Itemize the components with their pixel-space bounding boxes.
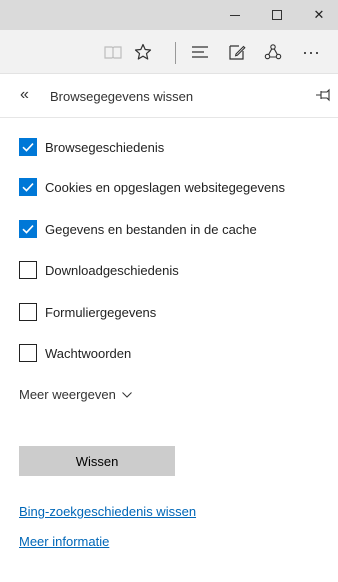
share-button[interactable]	[258, 38, 288, 66]
checkbox-download-history[interactable]	[19, 261, 37, 279]
close-icon: ✕	[313, 7, 325, 22]
checkbox-cookies[interactable]	[19, 178, 37, 196]
option-label: Gegevens en bestanden in de cache	[45, 221, 257, 237]
option-form-data[interactable]: Formuliergegevens	[19, 302, 329, 322]
title-bar: ✕	[0, 0, 338, 30]
checkmark-icon	[22, 225, 34, 234]
option-label: Cookies en opgeslagen websitegegevens	[45, 179, 285, 195]
option-browsing-history[interactable]: Browsegeschiedenis	[19, 137, 329, 157]
more-button[interactable]: ···	[296, 38, 326, 66]
reading-view-icon	[104, 46, 122, 59]
chevron-down-icon	[121, 391, 132, 398]
web-note-icon	[229, 45, 246, 60]
back-chevron-icon[interactable]: «	[20, 87, 29, 103]
option-cache[interactable]: Gegevens en bestanden in de cache	[19, 219, 329, 239]
checkbox-form-data[interactable]	[19, 303, 37, 321]
option-passwords[interactable]: Wachtwoorden	[19, 343, 329, 363]
checkmark-icon	[22, 183, 34, 192]
option-label: Downloadgeschiedenis	[45, 262, 179, 278]
checkbox-browsing-history[interactable]	[19, 138, 37, 156]
favorite-button[interactable]	[128, 38, 158, 66]
star-icon	[134, 43, 152, 60]
close-button[interactable]: ✕	[300, 0, 338, 30]
more-info-link[interactable]: Meer informatie	[19, 534, 109, 549]
toolbar-divider	[175, 42, 176, 64]
option-label: Browsegeschiedenis	[45, 139, 165, 155]
show-more-label: Meer weergeven	[19, 387, 116, 402]
browser-toolbar: ···	[0, 30, 338, 74]
checkbox-cache[interactable]	[19, 220, 37, 238]
option-cookies[interactable]: Cookies en opgeslagen websitegegevens	[19, 177, 329, 197]
option-label: Formuliergegevens	[45, 304, 157, 320]
hub-button[interactable]	[185, 38, 215, 66]
hub-icon	[192, 46, 208, 58]
minimize-button[interactable]	[216, 0, 254, 30]
clear-button[interactable]: Wissen	[19, 446, 175, 476]
checkbox-passwords[interactable]	[19, 344, 37, 362]
pane-title: Browsegegevens wissen	[50, 89, 194, 104]
option-label: Wachtwoorden	[45, 345, 132, 361]
reading-view-button[interactable]	[98, 38, 128, 66]
option-download-history[interactable]: Downloadgeschiedenis	[19, 260, 329, 280]
share-icon	[264, 44, 282, 60]
clear-browsing-data-pane: « Browsegegevens wissen Browsegeschieden…	[0, 74, 338, 582]
maximize-button[interactable]	[258, 0, 296, 30]
web-note-button[interactable]	[222, 38, 252, 66]
more-icon: ···	[302, 41, 320, 62]
minimize-icon	[230, 14, 240, 16]
pane-header: « Browsegegevens wissen	[0, 74, 338, 118]
maximize-icon	[272, 10, 282, 20]
checkmark-icon	[22, 143, 34, 152]
show-more-toggle[interactable]: Meer weergeven	[19, 387, 132, 402]
pin-icon[interactable]	[315, 88, 333, 102]
bing-history-link[interactable]: Bing-zoekgeschiedenis wissen	[19, 504, 196, 519]
